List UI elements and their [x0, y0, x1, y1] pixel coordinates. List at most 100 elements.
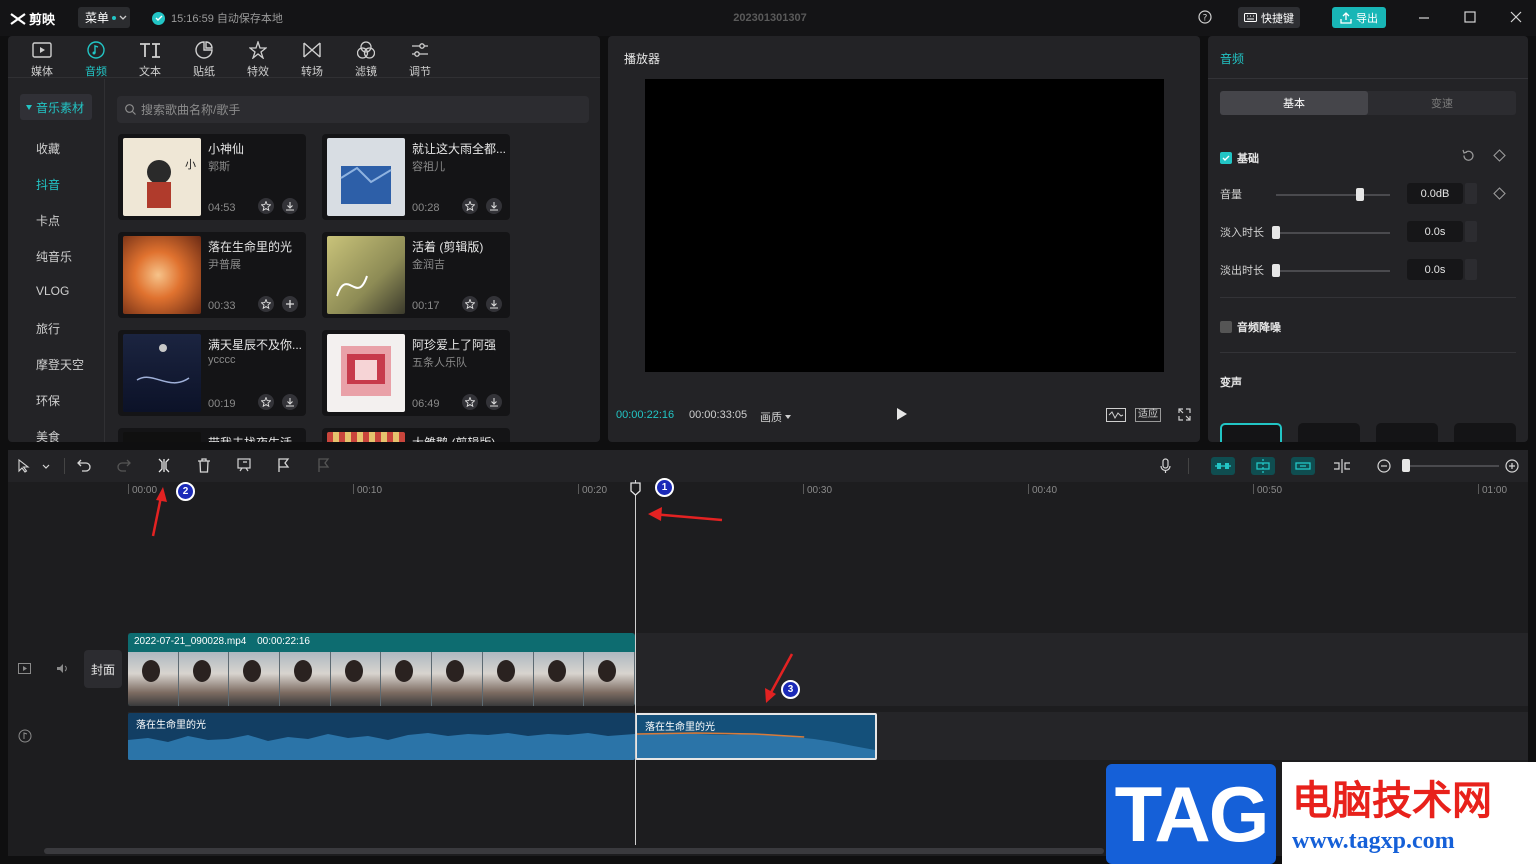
volume-slider-knob[interactable] [1356, 188, 1365, 201]
volume-icon[interactable] [56, 663, 70, 674]
audio-clip-left[interactable]: 落在生命里的光 [128, 713, 635, 760]
menu-button[interactable]: 菜单 [78, 7, 130, 28]
cover-button[interactable]: 封面 [84, 650, 122, 688]
favorite-star-icon[interactable] [462, 198, 478, 214]
voice-preset[interactable] [1454, 423, 1516, 442]
voice-preset-none[interactable] [1220, 423, 1282, 442]
playhead[interactable] [635, 480, 636, 845]
zoom-slider-knob[interactable] [1402, 459, 1410, 472]
select-cursor-icon[interactable] [18, 459, 30, 473]
song-card[interactable]: 就让这大雨全都... 容祖儿 00:28 [322, 134, 510, 220]
volume-slider[interactable] [1276, 194, 1390, 196]
download-icon[interactable] [486, 394, 502, 410]
snap-toggle[interactable] [1251, 457, 1275, 475]
volume-value-field[interactable]: 0.0dB [1407, 183, 1463, 204]
song-card[interactable]: 落在生命里的光 尹普展 00:33 [118, 232, 306, 318]
audio-clip-right-selected[interactable]: 落在生命里的光 [635, 713, 877, 760]
tab-adjust[interactable]: 调节 [400, 40, 440, 79]
tab-effects[interactable]: 特效 [238, 40, 278, 79]
tab-filter[interactable]: 滤镜 [346, 40, 386, 79]
zoom-slider[interactable] [1403, 465, 1499, 467]
favorite-star-icon[interactable] [258, 394, 274, 410]
tab-text[interactable]: 文本 [130, 40, 170, 79]
fadein-stepper[interactable] [1465, 221, 1477, 242]
zoom-out-icon[interactable] [1377, 459, 1391, 473]
fadein-slider-knob[interactable] [1272, 226, 1280, 239]
voice-preset[interactable] [1298, 423, 1360, 442]
volume-stepper[interactable] [1465, 183, 1477, 204]
song-card[interactable]: 小 小神仙 郭斯 04:53 [118, 134, 306, 220]
microphone-icon[interactable] [1160, 458, 1171, 474]
denoise-checkbox[interactable]: 音频降噪 [1220, 319, 1281, 335]
fullscreen-icon[interactable] [1178, 408, 1191, 421]
playhead-handle-icon[interactable] [630, 482, 641, 496]
chevron-down-icon[interactable] [42, 464, 50, 469]
fit-ratio-button[interactable]: 适应 [1135, 408, 1161, 422]
basic-checkbox[interactable]: 基础 [1220, 150, 1259, 166]
tab-media[interactable]: 媒体 [22, 40, 62, 79]
song-card[interactable]: 大雏鹅 (剪辑版) [322, 428, 510, 442]
category-music-library[interactable]: 音乐素材 [20, 94, 92, 120]
tab-speed[interactable]: 变速 [1368, 91, 1516, 115]
tab-sticker[interactable]: 贴纸 [184, 40, 224, 79]
fadeout-value-field[interactable]: 0.0s [1407, 259, 1463, 280]
song-card[interactable]: 活着 (剪辑版) 金润吉 00:17 [322, 232, 510, 318]
voice-preset[interactable] [1376, 423, 1438, 442]
waveform-view-icon[interactable] [1106, 408, 1126, 422]
undo-icon[interactable] [77, 459, 91, 472]
download-icon[interactable] [282, 394, 298, 410]
category-vlog[interactable]: VLOG [36, 284, 69, 298]
auto-snap-toggle[interactable] [1211, 457, 1235, 475]
favorite-star-icon[interactable] [462, 394, 478, 410]
minimize-icon[interactable] [1418, 10, 1430, 24]
help-icon[interactable]: ? [1198, 10, 1212, 24]
category-beat[interactable]: 卡点 [36, 212, 60, 229]
download-icon[interactable] [486, 296, 502, 312]
add-icon[interactable] [282, 296, 298, 312]
category-eco[interactable]: 环保 [36, 392, 60, 409]
keyframe-diamond-icon[interactable] [1493, 149, 1506, 162]
tab-basic[interactable]: 基本 [1220, 91, 1368, 115]
delete-icon[interactable] [197, 458, 211, 473]
fadeout-slider-knob[interactable] [1272, 264, 1280, 277]
favorite-star-icon[interactable] [258, 296, 274, 312]
video-preview[interactable] [645, 79, 1164, 372]
download-icon[interactable] [486, 198, 502, 214]
zoom-in-icon[interactable] [1505, 459, 1519, 473]
favorite-star-icon[interactable] [258, 198, 274, 214]
play-icon[interactable] [896, 407, 908, 421]
freeze-frame-icon[interactable] [237, 458, 251, 473]
time-ruler[interactable]: 00:00 00:10 00:20 00:30 00:40 00:50 01:0… [8, 482, 1528, 498]
tab-transition[interactable]: 转场 [292, 40, 332, 79]
fadein-value-field[interactable]: 0.0s [1407, 221, 1463, 242]
reset-icon[interactable] [1462, 149, 1475, 162]
category-food[interactable]: 美食 [36, 428, 60, 442]
category-modern-sky[interactable]: 摩登天空 [36, 356, 84, 373]
close-icon[interactable] [1510, 10, 1522, 24]
fadeout-slider[interactable] [1276, 270, 1390, 272]
keyframe-diamond-icon[interactable] [1493, 187, 1506, 200]
song-card[interactable]: 带我去找夜生活 [118, 428, 306, 442]
timeline-horizontal-scrollbar[interactable] [44, 848, 1104, 854]
shortcut-button[interactable]: 快捷键 [1238, 7, 1300, 28]
video-clip[interactable]: 2022-07-21_090028.mp4 00:00:22:16 [128, 633, 635, 706]
split-icon[interactable] [157, 458, 171, 473]
fadeout-stepper[interactable] [1465, 259, 1477, 280]
marker-flag-icon[interactable] [277, 458, 290, 473]
preview-axis-icon[interactable] [1333, 459, 1351, 473]
category-travel[interactable]: 旅行 [36, 320, 60, 337]
fadein-slider[interactable] [1276, 232, 1390, 234]
quality-dropdown[interactable]: 画质 [760, 409, 791, 425]
category-favorites[interactable]: 收藏 [36, 140, 60, 157]
favorite-star-icon[interactable] [462, 296, 478, 312]
download-icon[interactable] [282, 198, 298, 214]
song-card[interactable]: 阿珍爱上了阿强 五条人乐队 06:49 [322, 330, 510, 416]
linkage-toggle[interactable] [1291, 457, 1315, 475]
maximize-icon[interactable] [1464, 10, 1476, 24]
song-search-input[interactable]: 搜索歌曲名称/歌手 [117, 96, 589, 123]
category-douyin[interactable]: 抖音 [36, 176, 60, 193]
category-pure-music[interactable]: 纯音乐 [36, 248, 72, 265]
tab-audio[interactable]: 音频 [76, 40, 116, 79]
export-button[interactable]: 导出 [1332, 7, 1386, 28]
song-card[interactable]: 满天星辰不及你... ycccc 00:19 [118, 330, 306, 416]
